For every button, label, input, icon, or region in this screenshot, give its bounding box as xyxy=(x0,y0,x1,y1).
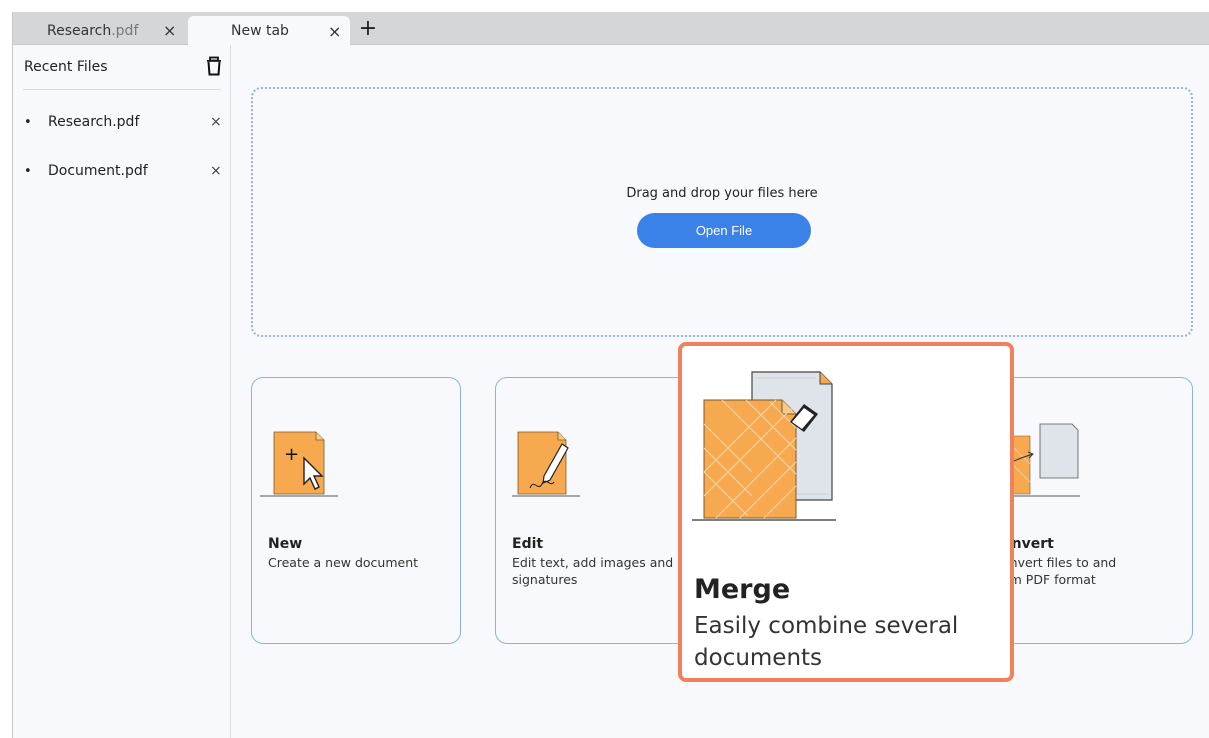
new-document-card[interactable]: + New Create a new document xyxy=(251,377,461,644)
recent-file-item[interactable]: • Research.pdf × xyxy=(24,111,224,133)
tab-research-close-icon[interactable]: × xyxy=(163,21,176,40)
convert-desc-line-2: om PDF format xyxy=(1002,572,1096,587)
tab-research-label: Research.pdf xyxy=(47,22,139,39)
edit-card-title: Edit xyxy=(512,536,544,552)
new-tab-button[interactable]: + xyxy=(357,16,379,42)
convert-card-description: onvert files to and om PDF format xyxy=(1002,554,1182,588)
trash-icon[interactable] xyxy=(205,56,223,76)
bullet: • xyxy=(24,114,32,130)
sidebar-divider xyxy=(23,89,221,90)
edit-document-icon xyxy=(512,431,580,497)
edit-card-description: Edit text, add images and signatures xyxy=(512,555,674,587)
tab-new-tab-label: New tab xyxy=(231,23,289,39)
file-drop-zone[interactable]: Drag and drop your files here Open File xyxy=(251,87,1193,337)
merge-documents-card[interactable]: Merge Easily combine several documents xyxy=(678,342,1014,682)
bullet: • xyxy=(24,163,32,179)
tab-research[interactable]: Research.pdf × xyxy=(13,16,188,45)
recent-file-name: Document.pdf xyxy=(48,163,148,179)
remove-recent-close-icon[interactable]: × xyxy=(210,163,222,179)
merge-card-title: Merge xyxy=(694,574,791,605)
tab-new-tab[interactable]: New tab × xyxy=(188,16,350,46)
remove-recent-close-icon[interactable]: × xyxy=(210,114,222,130)
recent-files-header: Recent Files xyxy=(24,59,108,75)
merge-documents-icon xyxy=(692,371,836,521)
convert-desc-line-1: onvert files to and xyxy=(1002,555,1117,570)
new-card-title: New xyxy=(268,536,303,552)
open-file-button[interactable]: Open File xyxy=(637,213,811,248)
new-document-icon: + xyxy=(260,431,338,497)
recent-files-sidebar: Recent Files • Research.pdf × • Document… xyxy=(13,45,231,738)
edit-document-card[interactable]: Edit Edit text, add images and signature… xyxy=(495,377,705,644)
app-window: Research.pdf × New tab × + Recent Files … xyxy=(12,12,1209,738)
recent-file-name: Research.pdf xyxy=(48,114,140,130)
tab-bar: Research.pdf × New tab × + xyxy=(13,12,1209,46)
merge-card-description: Easily combine several documents xyxy=(694,613,959,671)
recent-file-item[interactable]: • Document.pdf × xyxy=(24,160,224,182)
tab-new-tab-close-icon[interactable]: × xyxy=(328,22,341,41)
svg-text:+: + xyxy=(284,444,299,465)
drop-zone-text: Drag and drop your files here xyxy=(626,186,818,201)
new-card-description: Create a new document xyxy=(268,555,419,570)
